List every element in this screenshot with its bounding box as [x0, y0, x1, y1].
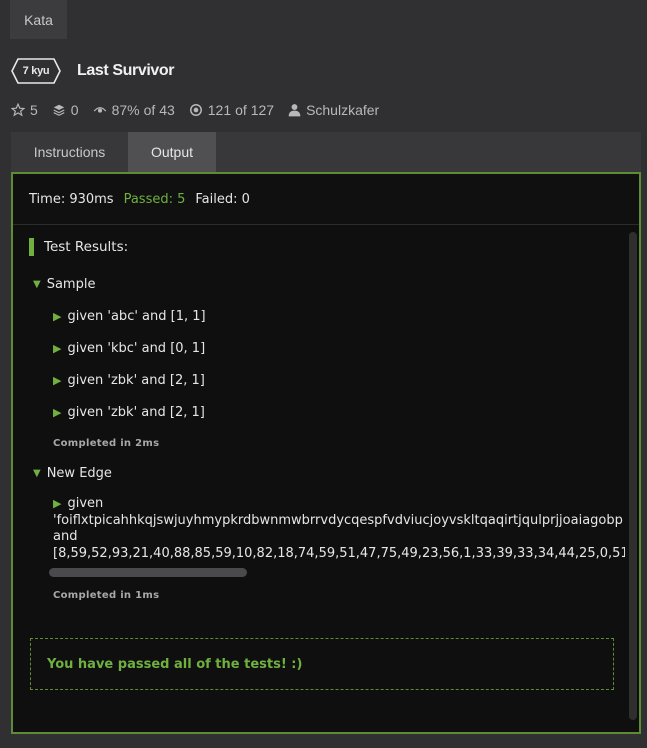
kata-stats: 5 0 87% of 43 121 of 127 Schulzkafer — [11, 100, 393, 120]
satisfaction-stat: 87% of 43 — [93, 102, 175, 118]
test-item[interactable]: ▶ given 'kbc' and [0, 1] — [53, 341, 205, 356]
stars-count: 5 — [30, 102, 38, 118]
group-title-text: New Edge — [46, 466, 112, 481]
caret-right-icon: ▶ — [53, 310, 62, 323]
user-icon — [288, 104, 301, 117]
time-label: Time: 930ms — [29, 191, 114, 207]
vertical-scrollbar[interactable] — [629, 232, 637, 720]
rank-badge: 7 kyu — [11, 58, 61, 84]
test-label: given 'zbk' and [2, 1] — [67, 373, 205, 388]
group-title-sample[interactable]: ▼ Sample — [33, 277, 95, 292]
tab-output[interactable]: Output — [128, 132, 216, 172]
caret-right-icon: ▶ — [53, 497, 62, 510]
passed-label: Passed: 5 — [123, 191, 186, 207]
target-icon — [189, 104, 202, 116]
group-title-new-edge[interactable]: ▼ New Edge — [33, 466, 112, 481]
failed-label: Failed: 0 — [195, 191, 250, 207]
horizontal-scrollbar[interactable] — [49, 568, 247, 577]
kata-nav-tab[interactable]: Kata — [10, 0, 67, 39]
test-item[interactable]: ▶ given 'zbk' and [2, 1] — [53, 405, 205, 420]
group-title-text: Sample — [46, 277, 96, 292]
results-heading-text: Test Results: — [44, 239, 129, 255]
completions-stat: 121 of 127 — [189, 102, 274, 118]
test-input-array: [8,59,52,93,21,40,88,85,59,10,82,18,74,5… — [53, 545, 625, 561]
pass-message-box: You have passed all of the tests! :) — [30, 638, 614, 690]
rank-label: 7 kyu — [22, 65, 50, 77]
author-stat[interactable]: Schulzkafer — [288, 102, 379, 118]
test-label: given — [67, 496, 104, 511]
heading-accent-bar — [29, 238, 34, 256]
completions-total: of 127 — [235, 102, 275, 118]
long-test-item[interactable]: ▶ given 'foiflxtpicahhkqjswjuyhmypkrdbwnm… — [53, 496, 625, 562]
test-label: given 'kbc' and [0, 1] — [67, 341, 206, 356]
pass-message: You have passed all of the tests! :) — [47, 656, 303, 672]
completions-count: 121 — [207, 102, 232, 118]
test-item[interactable]: ▶ given 'abc' and [1, 1] — [53, 309, 206, 324]
satisfaction-total: of 43 — [143, 102, 175, 118]
collections-stat[interactable]: 0 — [52, 102, 79, 118]
caret-right-icon: ▶ — [53, 342, 62, 355]
test-label: given 'abc' and [1, 1] — [67, 309, 206, 324]
caret-right-icon: ▶ — [53, 374, 62, 387]
star-icon — [11, 103, 25, 117]
author-name: Schulzkafer — [306, 102, 380, 118]
completed-time-new-edge: Completed in 1ms — [53, 590, 160, 601]
test-summary: Time: 930ms Passed: 5 Failed: 0 — [13, 174, 639, 225]
completed-time-sample: Completed in 2ms — [53, 438, 160, 449]
kata-title-row: 7 kyu Last Survivor — [11, 58, 174, 84]
caret-down-icon: ▼ — [33, 468, 41, 479]
collections-count: 0 — [70, 102, 79, 118]
eye-icon — [93, 107, 106, 113]
tab-instructions[interactable]: Instructions — [11, 132, 128, 172]
kata-tabs: Instructions Output — [11, 132, 641, 172]
stars-stat[interactable]: 5 — [11, 102, 38, 118]
test-input-string: 'foiflxtpicahhkqjswjuyhmypkrdbwnmwbrrvdy… — [53, 512, 623, 528]
results-heading: Test Results: — [29, 238, 128, 256]
test-results: Test Results: ▼ Sample ▶ given 'abc' and… — [13, 226, 625, 721]
test-and-label: and — [53, 529, 78, 544]
caret-down-icon: ▼ — [33, 279, 41, 290]
stack-icon — [53, 104, 65, 116]
output-panel: Time: 930ms Passed: 5 Failed: 0 Test Res… — [11, 172, 641, 734]
kata-title[interactable]: Last Survivor — [77, 62, 174, 80]
caret-right-icon: ▶ — [53, 406, 62, 419]
test-label: given 'zbk' and [2, 1] — [67, 405, 205, 420]
satisfaction-percent: 87% — [111, 102, 140, 118]
test-item[interactable]: ▶ given 'zbk' and [2, 1] — [53, 373, 205, 388]
